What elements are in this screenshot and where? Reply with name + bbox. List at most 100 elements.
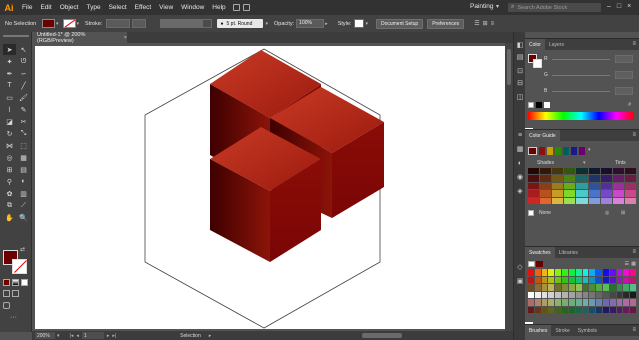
- swatch-chip[interactable]: [596, 291, 602, 298]
- swatch-chip[interactable]: [582, 306, 589, 313]
- swatch-chip[interactable]: [568, 276, 575, 283]
- transparency-icon[interactable]: ◐: [516, 160, 524, 168]
- graphic-style-swatch[interactable]: [354, 19, 365, 28]
- slider-r[interactable]: R: [544, 54, 636, 64]
- slice-tool-icon[interactable]: ⟋: [17, 200, 30, 211]
- guide-swatch[interactable]: [600, 175, 612, 182]
- last-artboard-icon[interactable]: ▸|: [112, 333, 116, 339]
- paintbrush-tool-icon[interactable]: 🖌: [17, 92, 30, 103]
- tab-brushes[interactable]: Brushes: [525, 325, 552, 336]
- tab-swatches[interactable]: Swatches: [525, 247, 555, 258]
- harmony-swatch[interactable]: [571, 147, 577, 155]
- previous-artboard-icon[interactable]: ◂: [76, 333, 79, 339]
- guide-swatch[interactable]: [552, 168, 564, 175]
- swatch-chip[interactable]: [582, 276, 589, 283]
- black-swatch[interactable]: [536, 102, 542, 108]
- guide-swatch[interactable]: [600, 182, 612, 190]
- menu-effect[interactable]: Effect: [135, 4, 152, 11]
- swatch-chip[interactable]: [555, 291, 562, 298]
- swatch-chip[interactable]: [616, 284, 623, 291]
- swatch-chip[interactable]: [528, 276, 534, 283]
- guide-swatch[interactable]: [528, 197, 540, 204]
- draw-inside-icon[interactable]: [12, 290, 19, 297]
- close-icon[interactable]: ×: [627, 3, 631, 10]
- color-mode-icon[interactable]: [3, 279, 10, 286]
- swatch-chip[interactable]: [589, 276, 596, 283]
- pen-tool-icon[interactable]: ✒: [3, 68, 16, 79]
- swatch-chip[interactable]: [589, 269, 596, 276]
- channel-value-field[interactable]: [615, 55, 633, 63]
- list-view-icon[interactable]: ☰: [625, 261, 629, 267]
- blend-tool-icon[interactable]: ◐: [17, 176, 30, 187]
- opacity-label[interactable]: Opacity:: [274, 21, 294, 27]
- swatch-chip[interactable]: [609, 269, 616, 276]
- guide-swatch[interactable]: [528, 190, 540, 197]
- swatch-chip[interactable]: [609, 284, 616, 291]
- zoom-field[interactable]: 200%: [35, 332, 55, 339]
- swatch-grid[interactable]: [528, 269, 636, 313]
- swatch-chip[interactable]: [623, 306, 630, 313]
- harmony-swatch[interactable]: [555, 147, 561, 155]
- swatch-chip[interactable]: [575, 291, 582, 298]
- menu-icon[interactable]: ≡: [491, 21, 495, 27]
- first-artboard-icon[interactable]: |◂: [70, 333, 74, 339]
- arrange-documents-icon[interactable]: [242, 4, 250, 11]
- swatch-chip[interactable]: [575, 269, 582, 276]
- swatch-chip[interactable]: [602, 299, 609, 306]
- guide-swatch[interactable]: [528, 175, 540, 182]
- close-icon[interactable]: ×: [124, 35, 127, 41]
- swatch-chip[interactable]: [616, 291, 623, 298]
- horizontal-scrollbar-thumb[interactable]: [362, 333, 402, 338]
- swatch-chip[interactable]: [616, 269, 623, 276]
- appearance-icon[interactable]: ◉: [516, 174, 524, 182]
- scrollbar-thumb[interactable]: [507, 49, 511, 85]
- guide-swatch[interactable]: [564, 182, 576, 190]
- chevron-right-icon[interactable]: ▸: [325, 21, 328, 27]
- swatch-chip[interactable]: [555, 269, 562, 276]
- magic-wand-tool-icon[interactable]: ✦: [3, 56, 16, 67]
- more-tools-icon[interactable]: ···: [10, 314, 17, 321]
- channel-value-field[interactable]: [615, 71, 633, 79]
- guide-swatch[interactable]: [552, 197, 564, 204]
- next-artboard-icon[interactable]: ▸: [107, 333, 110, 339]
- arrange-icon[interactable]: ☰: [474, 20, 479, 27]
- line-segment-tool-icon[interactable]: ╱: [17, 80, 30, 91]
- swatch-chip[interactable]: [609, 299, 616, 306]
- guide-swatch[interactable]: [540, 190, 552, 197]
- menu-object[interactable]: Object: [60, 4, 79, 11]
- swatch-chip[interactable]: [534, 299, 541, 306]
- guide-swatch[interactable]: [528, 168, 540, 175]
- swatch-chip[interactable]: [541, 284, 548, 291]
- save-group-icon[interactable]: ⊞: [621, 210, 625, 216]
- guide-swatch[interactable]: [564, 190, 576, 197]
- guide-swatch[interactable]: [612, 190, 624, 197]
- swatch-chip[interactable]: [562, 291, 568, 298]
- transform-panel-icon[interactable]: ⊡: [516, 68, 524, 76]
- shape-builder-tool-icon[interactable]: ◎: [3, 152, 16, 163]
- swatch-chip[interactable]: [534, 291, 541, 298]
- guide-swatch[interactable]: [540, 197, 552, 204]
- stroke-label[interactable]: Stroke:: [85, 21, 102, 27]
- base-color-swatch[interactable]: [528, 147, 537, 155]
- swatch-chip[interactable]: [541, 276, 548, 283]
- active-swatch[interactable]: [536, 261, 543, 267]
- swatch-chip[interactable]: [596, 284, 602, 291]
- swatch-chip[interactable]: [568, 284, 575, 291]
- swatch-chip[interactable]: [528, 306, 534, 313]
- swatch-chip[interactable]: [541, 299, 548, 306]
- guide-swatch[interactable]: [612, 197, 624, 204]
- swatch-chip[interactable]: [602, 284, 609, 291]
- guide-swatch[interactable]: [576, 168, 588, 175]
- swatch-chip[interactable]: [596, 306, 602, 313]
- artboard-tool-icon[interactable]: ⧉: [3, 200, 16, 211]
- menu-window[interactable]: Window: [181, 4, 204, 11]
- swatch-chip[interactable]: [575, 299, 582, 306]
- swatch-chip[interactable]: [555, 299, 562, 306]
- tab-color[interactable]: Color: [525, 39, 545, 50]
- swatch-chip[interactable]: [528, 284, 534, 291]
- swatch-chip[interactable]: [589, 284, 596, 291]
- swatch-chip[interactable]: [562, 269, 568, 276]
- graphic-styles-icon[interactable]: ◈: [516, 188, 524, 196]
- swatch-chip[interactable]: [528, 269, 534, 276]
- swatch-chip[interactable]: [541, 291, 548, 298]
